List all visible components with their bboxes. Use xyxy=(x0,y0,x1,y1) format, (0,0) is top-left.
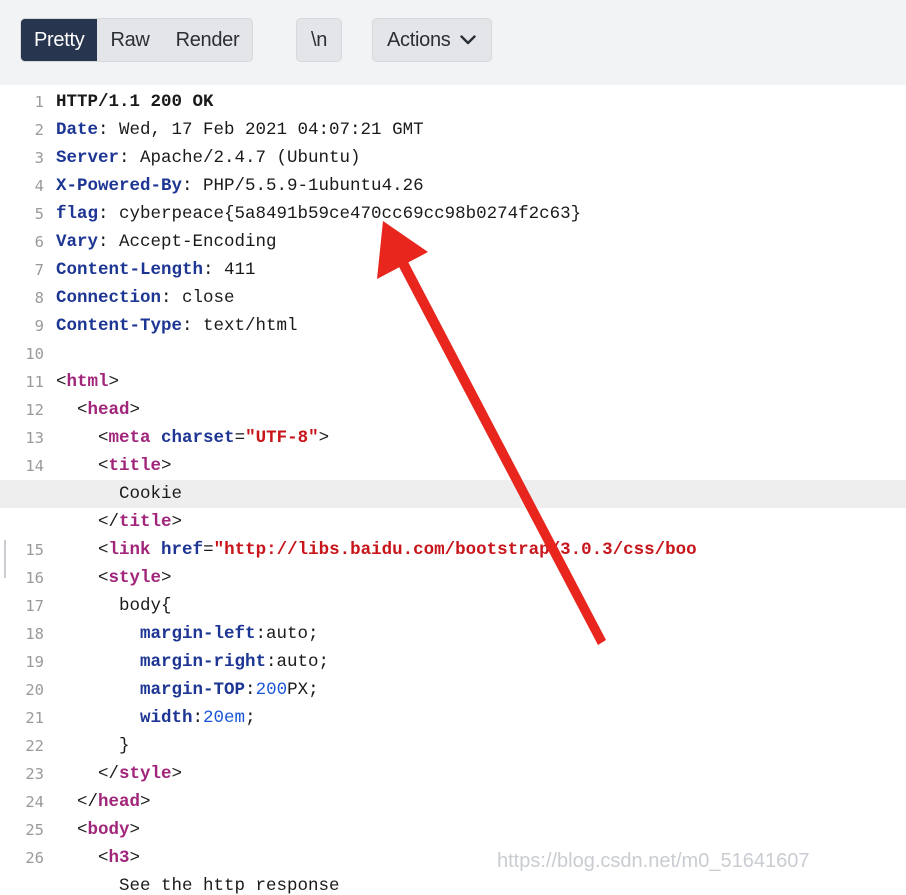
red-arrow-annotation xyxy=(377,221,606,645)
arrow-shaft xyxy=(397,258,606,645)
